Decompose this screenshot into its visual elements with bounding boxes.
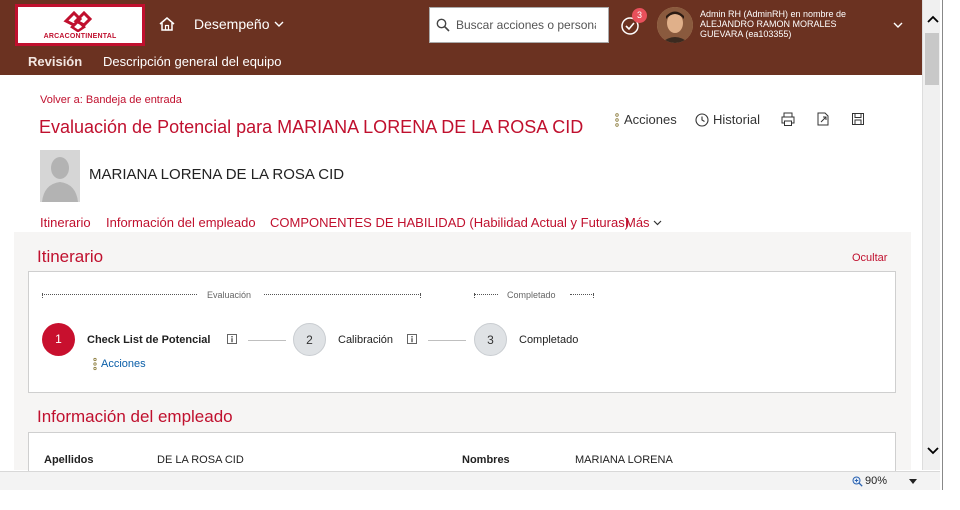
vertical-scrollbar[interactable] <box>922 0 940 470</box>
search-box[interactable] <box>429 7 609 43</box>
window-divider <box>942 0 943 490</box>
step-actions-label: Acciones <box>101 358 146 370</box>
zoom-icon <box>852 476 863 487</box>
phase-bracket <box>593 293 594 298</box>
step-2-circle[interactable]: 2 <box>293 323 326 356</box>
notifications-button[interactable]: 3 <box>620 8 647 37</box>
more-vertical-icon <box>93 357 97 371</box>
employee-name: MARIANA LORENA DE LA ROSA CID <box>89 166 345 183</box>
logo-mark-icon <box>63 10 93 32</box>
user-line-1: Admin RH (AdminRH) en nombre de <box>700 9 847 19</box>
page-title: Evaluación de Potencial para MARIANA LOR… <box>39 117 584 137</box>
step-3-label[interactable]: Completado <box>519 334 578 346</box>
company-logo[interactable]: ARCACONTINENTAL <box>15 4 145 46</box>
chevron-down-icon <box>274 21 283 27</box>
scroll-down-icon[interactable] <box>927 444 939 456</box>
caret-down-icon[interactable] <box>909 479 917 485</box>
subnav-item-review[interactable]: Revisión <box>28 54 82 69</box>
user-photo <box>657 7 693 43</box>
phase-bracket-line <box>570 294 594 295</box>
hide-itinerary-link[interactable]: Ocultar <box>852 252 887 264</box>
step-3-circle[interactable]: 3 <box>474 323 507 356</box>
history-button[interactable]: Historial <box>695 112 760 127</box>
browser-status-bar: 90% <box>0 471 940 490</box>
chevron-down-icon <box>653 220 661 226</box>
step-actions-link[interactable]: Acciones <box>92 357 146 371</box>
user-line-3: GUEVARA (ea103355) <box>700 29 792 39</box>
phase-bracket-line <box>474 294 498 295</box>
field-value-first-name: MARIANA LORENA <box>575 454 673 466</box>
phase-bracket-line <box>42 294 197 295</box>
tab-more-label: Más <box>625 215 650 230</box>
info-icon[interactable] <box>407 334 417 344</box>
scrollbar-thumb[interactable] <box>925 33 939 85</box>
step-2-label[interactable]: Calibración <box>338 334 393 346</box>
clock-icon <box>695 112 709 127</box>
back-link[interactable]: Volver a: Bandeja de entrada <box>40 94 182 106</box>
field-label-first-name: Nombres <box>462 454 510 466</box>
performance-menu-label: Desempeño <box>194 16 270 32</box>
actions-label: Acciones <box>624 112 677 127</box>
export-pdf-icon[interactable] <box>815 111 831 127</box>
home-icon[interactable] <box>158 15 176 33</box>
person-placeholder-icon <box>40 150 80 202</box>
tab-itinerary[interactable]: Itinerario <box>40 215 91 230</box>
field-label-last-name: Apellidos <box>44 454 94 466</box>
phase-bracket <box>420 293 421 298</box>
user-avatar[interactable] <box>657 7 693 43</box>
step-1-circle[interactable]: 1 <box>42 323 75 356</box>
chevron-down-icon[interactable] <box>893 20 903 30</box>
employee-avatar <box>40 150 80 202</box>
subnav-item-team-overview[interactable]: Descripción general del equipo <box>103 54 282 69</box>
employee-info-panel: Apellidos DE LA ROSA CID Nombres MARIANA… <box>28 432 896 472</box>
field-value-last-name: DE LA ROSA CID <box>157 454 244 466</box>
itinerary-section-title: Itinerario <box>37 247 104 266</box>
app-window: ARCACONTINENTAL Desempeño 3 <box>0 0 960 510</box>
tab-employee-info[interactable]: Información del empleado <box>106 215 256 230</box>
zoom-control[interactable]: 90% <box>852 475 887 487</box>
sub-navigation: Revisión Descripción general del equipo <box>0 50 940 75</box>
top-header: ARCACONTINENTAL Desempeño 3 <box>0 0 940 50</box>
tab-skill-components[interactable]: COMPONENTES DE HABILIDAD (Habilidad Actu… <box>270 215 629 230</box>
user-proxy-info[interactable]: Admin RH (AdminRH) en nombre de ALEJANDR… <box>700 9 890 39</box>
history-label: Historial <box>713 112 760 127</box>
phase-label-completed: Completado <box>507 290 556 300</box>
actions-button[interactable]: Acciones <box>614 112 677 127</box>
itinerary-panel: Evaluación Completado 1 Check List de Po… <box>28 271 896 393</box>
tab-more[interactable]: Más <box>625 215 662 230</box>
employee-info-section-title: Información del empleado <box>37 407 233 426</box>
save-icon[interactable] <box>850 111 866 127</box>
search-icon <box>436 18 450 32</box>
step-connector <box>428 340 466 341</box>
step-1-label[interactable]: Check List de Potencial <box>87 334 210 346</box>
phase-label-evaluation: Evaluación <box>207 290 252 300</box>
window-bottom <box>0 490 960 510</box>
more-vertical-icon <box>615 112 619 127</box>
step-connector <box>248 340 286 341</box>
notification-badge: 3 <box>632 8 647 23</box>
zoom-level: 90% <box>865 475 888 487</box>
user-line-2: ALEJANDRO RAMON MORALES <box>700 19 837 29</box>
performance-menu[interactable]: Desempeño <box>194 16 284 32</box>
search-input[interactable] <box>456 18 596 32</box>
print-icon[interactable] <box>780 111 796 127</box>
logo-wordmark: ARCACONTINENTAL <box>43 33 117 40</box>
info-icon[interactable] <box>227 334 237 344</box>
phase-bracket-line <box>264 294 421 295</box>
window-edge <box>940 0 960 510</box>
scroll-up-icon[interactable] <box>927 14 939 26</box>
